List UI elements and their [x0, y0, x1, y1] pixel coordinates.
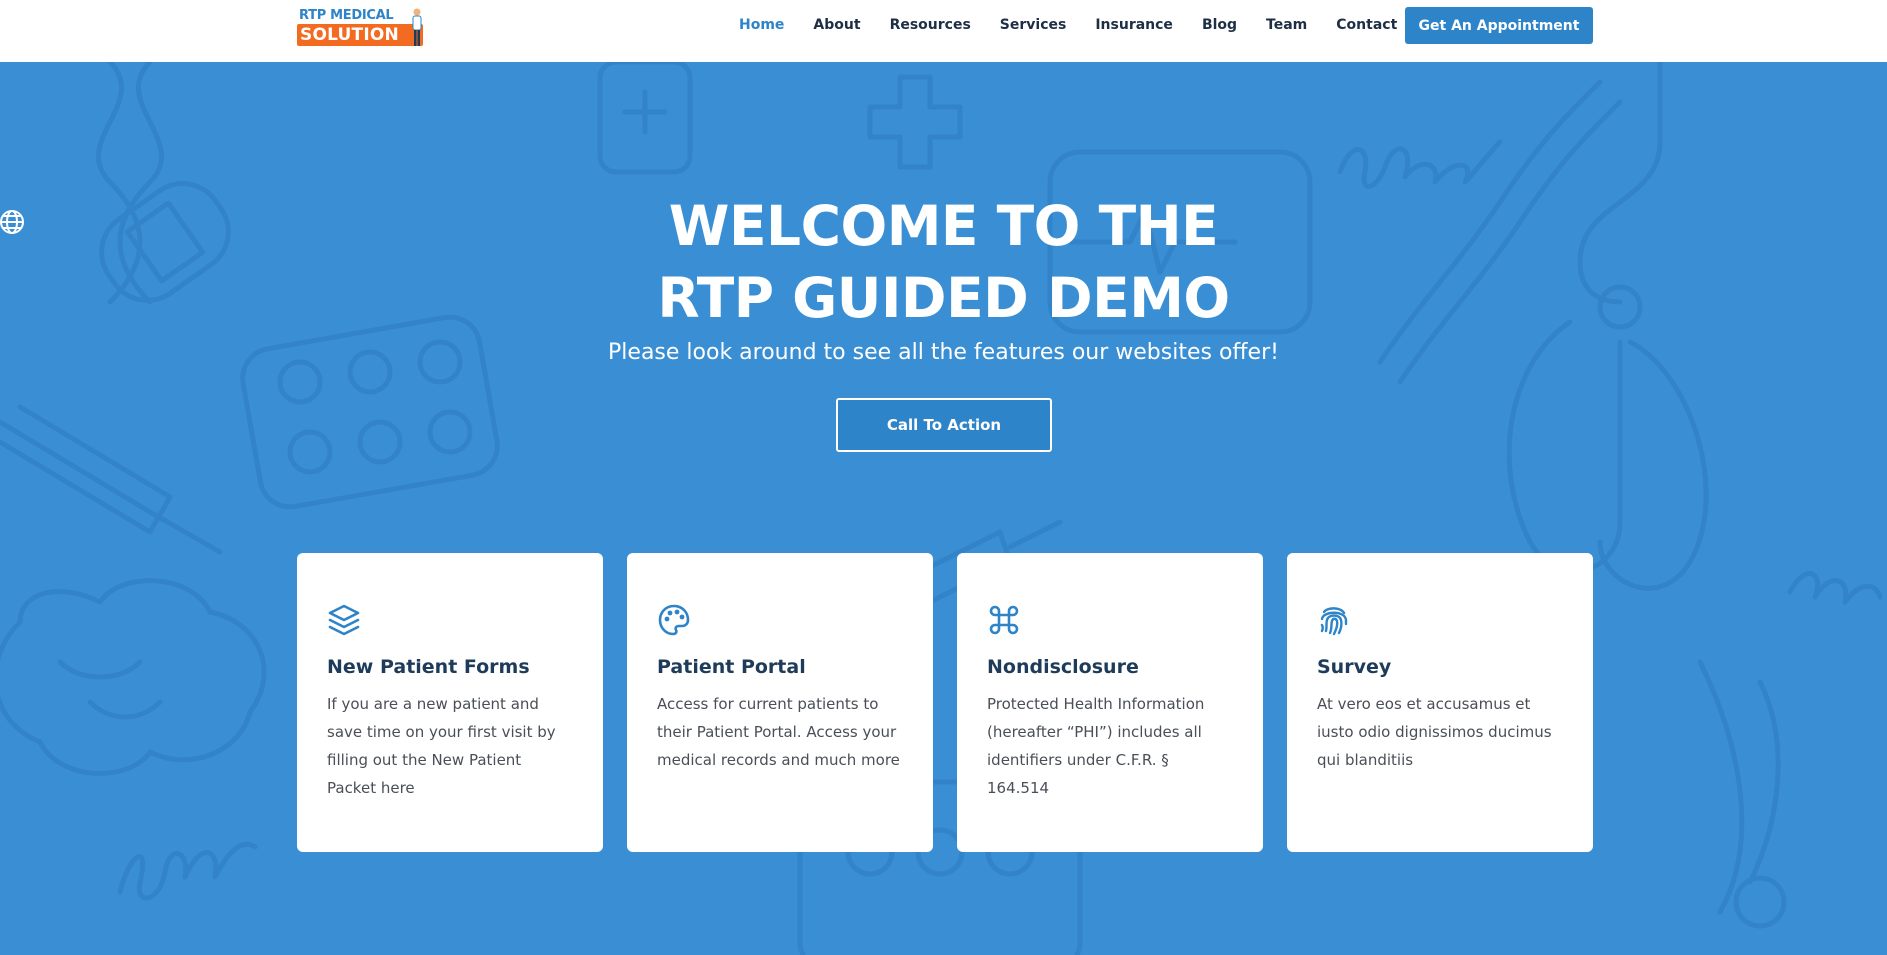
card-title: Patient Portal — [657, 656, 806, 678]
card-survey[interactable]: Survey At vero eos et accusamus et iusto… — [1287, 553, 1593, 852]
card-title: Survey — [1317, 656, 1392, 678]
doctor-figure-icon — [412, 8, 422, 46]
layers-icon — [328, 604, 360, 636]
palette-icon — [658, 604, 690, 636]
nav-blog[interactable]: Blog — [1202, 17, 1237, 33]
logo-text-top: RTP MEDICAL — [299, 8, 394, 23]
site-header: RTP MEDICAL SOLUTION Home About Resource… — [0, 0, 1887, 62]
card-description: If you are a new patient and save time o… — [327, 695, 556, 797]
nav-services[interactable]: Services — [1000, 17, 1067, 33]
card-description: Protected Health Information (hereafter … — [987, 695, 1205, 797]
card-description: Access for current patients to their Pat… — [657, 695, 900, 769]
card-title: Nondisclosure — [987, 656, 1139, 678]
logo-text-bottom: SOLUTION — [297, 24, 423, 46]
hero-title: WELCOME TO THE RTP GUIDED DEMO — [0, 190, 1887, 334]
card-title: New Patient Forms — [327, 656, 530, 678]
command-icon — [989, 605, 1019, 635]
nav-contact[interactable]: Contact — [1336, 17, 1397, 33]
fingerprint-icon — [1320, 607, 1348, 636]
hero-title-line-1: WELCOME TO THE — [668, 194, 1219, 258]
get-appointment-button[interactable]: Get An Appointment — [1405, 7, 1593, 44]
main-nav: Home About Resources Services Insurance … — [739, 14, 1426, 36]
hero-title-line-2: RTP GUIDED DEMO — [657, 266, 1230, 330]
nav-insurance[interactable]: Insurance — [1095, 17, 1173, 33]
card-new-patient-forms[interactable]: New Patient Forms If you are a new patie… — [297, 553, 603, 852]
site-logo[interactable]: RTP MEDICAL SOLUTION — [297, 7, 427, 47]
card-patient-portal[interactable]: Patient Portal Access for current patien… — [627, 553, 933, 852]
card-nondisclosure[interactable]: Nondisclosure Protected Health Informati… — [957, 553, 1263, 852]
nav-about[interactable]: About — [813, 17, 860, 33]
card-description: At vero eos et accusamus et iusto odio d… — [1317, 695, 1552, 769]
call-to-action-button[interactable]: Call To Action — [836, 398, 1052, 452]
hero-subtitle: Please look around to see all the featur… — [608, 340, 1279, 365]
nav-resources[interactable]: Resources — [890, 17, 971, 33]
nav-team[interactable]: Team — [1266, 17, 1307, 33]
nav-home[interactable]: Home — [739, 17, 784, 33]
